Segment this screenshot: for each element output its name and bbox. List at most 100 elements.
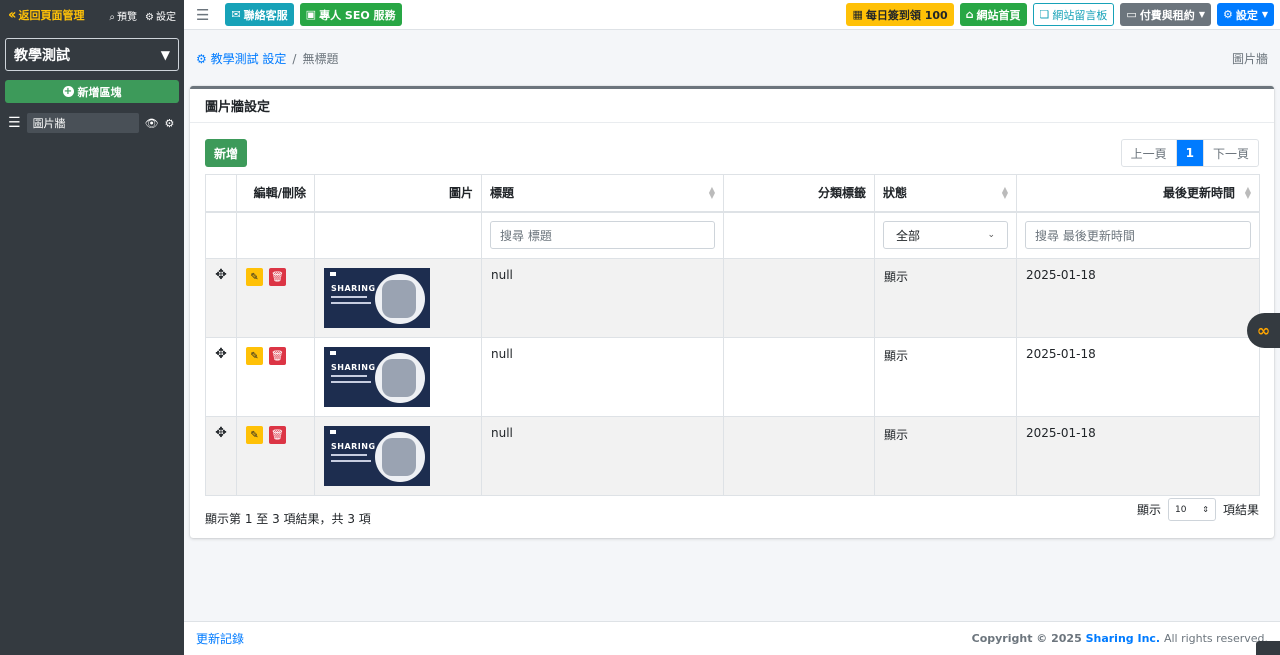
trash-icon[interactable]: 🗑 bbox=[269, 347, 286, 365]
table-row: ✥ ✎ 🗑 SHARING null 顯示 2025-01-18 bbox=[205, 416, 1260, 496]
next-page-button[interactable]: 下一頁 bbox=[1202, 140, 1258, 166]
thumbnail-image[interactable]: SHARING bbox=[324, 268, 430, 328]
gear-icon[interactable]: ⚙ bbox=[165, 117, 175, 130]
search-title-input[interactable]: 搜尋 標題 bbox=[490, 221, 715, 250]
robot-figure bbox=[382, 438, 416, 476]
add-block-button[interactable]: + 新增區塊 bbox=[5, 80, 179, 103]
thumbnail-image[interactable]: SHARING bbox=[324, 426, 430, 486]
infinity-float-button[interactable]: ∞ bbox=[1247, 313, 1280, 348]
home-icon: ⌂ bbox=[965, 8, 974, 21]
status-filter-select[interactable]: 全部 ⌄ bbox=[883, 221, 1008, 250]
back-to-pages-link[interactable]: ‹‹ 返回頁面管理 bbox=[8, 7, 85, 23]
footer: 更新記錄 Copyright © 2025 Sharing Inc. All r… bbox=[184, 621, 1280, 655]
key-icon[interactable] bbox=[1256, 641, 1280, 655]
column-header-updated[interactable]: 最後更新時間 ▲ ▼ bbox=[1016, 174, 1260, 213]
envelope-icon: ✉ bbox=[231, 8, 241, 21]
breadcrumb: ⚙ 教學測試 設定 / 無標題 bbox=[196, 50, 338, 67]
thumbnail-image[interactable]: SHARING bbox=[324, 347, 430, 407]
top-navbar: ☰ ✉ 聯絡客服 ▣ 專人 SEO 服務 ▦ 每日簽到領 100 ⌂ 網站首頁 ❏ 網站留… bbox=[184, 0, 1280, 30]
search-icon: ⌕ bbox=[109, 11, 116, 23]
actions-cell: ✎ 🗑 bbox=[236, 337, 315, 417]
updated-cell: 2025-01-18 bbox=[1016, 416, 1260, 496]
comments-icon: ❏ bbox=[1039, 8, 1050, 21]
copyright: Copyright © 2025 Sharing Inc. All rights… bbox=[972, 632, 1268, 645]
infinity-icon: ∞ bbox=[1256, 321, 1271, 340]
thumbnail-line bbox=[331, 375, 367, 377]
contact-support-button[interactable]: ✉ 聯絡客服 bbox=[225, 3, 294, 26]
status-cell: 顯示 bbox=[874, 416, 1017, 496]
changelog-link[interactable]: 更新記錄 bbox=[196, 630, 244, 647]
gear-icon: ⚙ bbox=[1222, 8, 1233, 21]
sidebar-item-image-wall[interactable]: ☰ 圖片牆 👁 ⚙ bbox=[0, 113, 184, 133]
trash-icon[interactable]: 🗑 bbox=[269, 426, 286, 444]
filter-cell bbox=[205, 211, 237, 259]
breadcrumb-root-link[interactable]: ⚙ 教學測試 設定 bbox=[196, 50, 286, 67]
page-length-control: 顯示 10 ⇕ 項結果 bbox=[1137, 498, 1259, 521]
sort-icon: ▲ ▼ bbox=[1244, 185, 1251, 200]
site-home-button[interactable]: ⌂ 網站首頁 bbox=[959, 3, 1027, 26]
eye-icon[interactable]: 👁 bbox=[145, 117, 159, 130]
image-wall-settings-card: 圖片牆設定 新增 上一頁 1 下一頁 編輯/刪除 圖片 標題 ▲ ▼ 分類標籤 狀態… bbox=[190, 86, 1274, 538]
prev-page-button[interactable]: 上一頁 bbox=[1122, 140, 1177, 166]
calendar-icon: ▦ bbox=[852, 8, 863, 21]
thumbnail-text: SHARING bbox=[331, 284, 376, 293]
sidebar-settings-link[interactable]: ⚙ 設定 bbox=[145, 8, 176, 23]
settings-dropdown[interactable]: ⚙ 設定 ▼ bbox=[1216, 3, 1274, 26]
column-header-title[interactable]: 標題 ▲ ▼ bbox=[481, 174, 724, 213]
table-row: ✥ ✎ 🗑 SHARING null 顯示 2025-01-18 bbox=[205, 258, 1260, 338]
billing-dropdown[interactable]: ▭ 付費與租約 ▼ bbox=[1120, 3, 1211, 26]
caret-down-icon: ▼ bbox=[160, 47, 170, 62]
table-summary: 顯示第 1 至 3 項結果，共 3 項 bbox=[205, 512, 371, 526]
sidebar-top: ‹‹ 返回頁面管理 ⌕ 預覽 ⚙ 設定 bbox=[0, 0, 184, 30]
thumbnail-line bbox=[331, 296, 367, 298]
page-1-button[interactable]: 1 bbox=[1176, 140, 1203, 166]
filter-cell bbox=[236, 211, 315, 259]
preview-link[interactable]: ⌕ 預覽 bbox=[109, 8, 137, 23]
edit-icon[interactable]: ✎ bbox=[246, 426, 263, 444]
actions-cell: ✎ 🗑 bbox=[236, 258, 315, 338]
site-select[interactable]: 教學測試 ▼ bbox=[5, 38, 179, 71]
tag-cell bbox=[723, 416, 875, 496]
settings-label: 設定 bbox=[1235, 8, 1258, 22]
back-label: 返回頁面管理 bbox=[18, 9, 85, 22]
hamburger-menu-icon[interactable]: ☰ bbox=[196, 6, 209, 24]
gear-icon: ⚙ bbox=[145, 11, 154, 23]
status-cell: 顯示 bbox=[874, 258, 1017, 338]
thumbnail-line bbox=[331, 460, 371, 462]
column-header-image: 圖片 bbox=[314, 174, 482, 213]
drag-handle-icon[interactable]: ☰ bbox=[8, 115, 21, 131]
daily-checkin-button[interactable]: ▦ 每日簽到領 100 bbox=[846, 3, 954, 26]
edit-icon[interactable]: ✎ bbox=[246, 347, 263, 365]
seo-label: 專人 SEO 服務 bbox=[319, 8, 396, 22]
preview-label: 預覽 bbox=[117, 11, 138, 23]
logo-mark bbox=[330, 272, 336, 276]
trash-icon[interactable]: 🗑 bbox=[269, 268, 286, 286]
move-icon[interactable]: ✥ bbox=[205, 258, 237, 338]
move-icon[interactable]: ✥ bbox=[205, 416, 237, 496]
message-board-button[interactable]: ❏ 網站留言板 bbox=[1032, 3, 1115, 26]
line-chat-icon: ▣ bbox=[305, 8, 317, 21]
site-select-value: 教學測試 bbox=[14, 47, 70, 64]
brand-link[interactable]: Sharing Inc. bbox=[1086, 632, 1161, 645]
length-prefix: 顯示 bbox=[1136, 503, 1161, 517]
table-header-row: 編輯/刪除 圖片 標題 ▲ ▼ 分類標籤 狀態 ▲ ▼ 最後更新時間 ▲ ▼ bbox=[205, 174, 1260, 213]
home-label: 網站首頁 bbox=[976, 8, 1021, 22]
breadcrumb-root-label: 教學測試 設定 bbox=[210, 52, 287, 66]
move-icon[interactable]: ✥ bbox=[205, 337, 237, 417]
edit-icon[interactable]: ✎ bbox=[246, 268, 263, 286]
length-suffix: 項結果 bbox=[1222, 503, 1259, 517]
thumbnail-line bbox=[331, 302, 371, 304]
filter-row: 搜尋 標題 全部 ⌄ 搜尋 最後更新時間 bbox=[205, 211, 1260, 259]
add-button[interactable]: 新增 bbox=[205, 139, 248, 167]
search-updated-input[interactable]: 搜尋 最後更新時間 bbox=[1025, 221, 1251, 250]
column-header-status[interactable]: 狀態 ▲ ▼ bbox=[874, 174, 1017, 213]
add-block-label: 新增區塊 bbox=[77, 85, 122, 99]
column-status-label: 狀態 bbox=[883, 186, 908, 201]
sidebar-item-label[interactable]: 圖片牆 bbox=[26, 113, 139, 133]
image-cell: SHARING bbox=[314, 258, 482, 338]
page-length-value: 10 bbox=[1174, 504, 1187, 515]
page-length-select[interactable]: 10 ⇕ bbox=[1167, 498, 1216, 521]
seo-service-button[interactable]: ▣ 專人 SEO 服務 bbox=[299, 3, 402, 26]
id-card-icon: ▭ bbox=[1126, 8, 1137, 21]
filter-cell: 搜尋 標題 bbox=[481, 211, 724, 259]
